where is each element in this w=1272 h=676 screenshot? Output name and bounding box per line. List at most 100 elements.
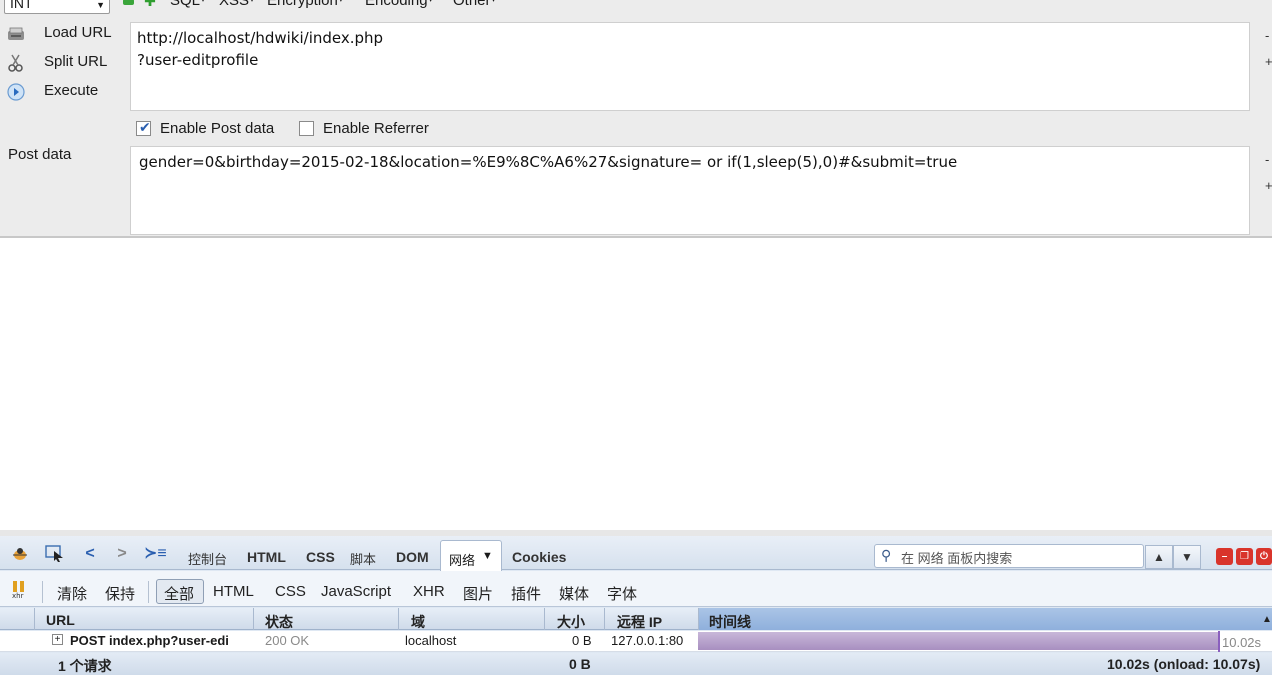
- detach-window-icon[interactable]: ❐: [1236, 548, 1253, 565]
- firebug-bug-icon[interactable]: [10, 545, 30, 563]
- filter-images[interactable]: 图片: [463, 583, 493, 604]
- summary-timing: 10.02s (onload: 10.07s): [1107, 656, 1261, 672]
- caret-down-icon: ▼: [482, 550, 493, 562]
- menu-sql-label: SQL: [170, 0, 201, 9]
- panel-search-input[interactable]: ⚲ 在 网络 面板内搜索: [874, 544, 1144, 568]
- column-divider[interactable]: [398, 608, 399, 630]
- tab-console[interactable]: 控制台: [188, 549, 227, 568]
- split-url-button[interactable]: Split URL: [4, 51, 124, 75]
- request-url[interactable]: POST index.php?user-edi: [70, 633, 242, 648]
- filter-xhr[interactable]: XHR: [413, 583, 445, 600]
- expand-icon[interactable]: +: [1265, 54, 1272, 69]
- separator: [42, 581, 43, 603]
- filter-css[interactable]: CSS: [275, 583, 306, 600]
- execute-label: Execute: [44, 82, 99, 99]
- filter-html[interactable]: HTML: [213, 583, 254, 600]
- column-options-icon[interactable]: ▲: [1262, 614, 1272, 625]
- xhr-pause-icon[interactable]: xhr: [10, 579, 30, 600]
- minimize-icon[interactable]: –: [1216, 548, 1233, 565]
- filter-media[interactable]: 媒体: [559, 583, 589, 604]
- search-next-button[interactable]: ▼: [1173, 545, 1201, 569]
- expand-row-icon[interactable]: +: [52, 634, 63, 645]
- table-row[interactable]: + POST index.php?user-edi 200 OK localho…: [0, 631, 1272, 652]
- column-divider[interactable]: [544, 608, 545, 630]
- menu-encoding[interactable]: Encoding▾: [365, 0, 433, 9]
- filter-all[interactable]: 全部: [164, 583, 194, 604]
- column-divider[interactable]: [604, 608, 605, 630]
- close-power-icon[interactable]: ⏻: [1256, 548, 1272, 565]
- col-url[interactable]: URL: [46, 612, 75, 628]
- menu-xss[interactable]: XSS▾: [219, 0, 254, 9]
- tab-css[interactable]: CSS: [306, 549, 335, 565]
- col-status[interactable]: 状态: [265, 612, 293, 632]
- column-divider[interactable]: [253, 608, 254, 630]
- decrease-icon[interactable]: [123, 0, 134, 5]
- filter-fonts[interactable]: 字体: [607, 583, 637, 604]
- hackbar-panel: INT ▼ ✚ SQL▾ XSS▾ Encryption▾ Encoding▾ …: [0, 0, 1272, 238]
- load-url-label: Load URL: [44, 24, 112, 41]
- type-select[interactable]: INT ▼: [4, 0, 110, 14]
- search-icon: ⚲: [881, 547, 892, 563]
- timeline-time: 10.02s: [1222, 635, 1262, 650]
- increase-icon[interactable]: ✚: [144, 0, 156, 8]
- post-data-label: Post data: [8, 146, 72, 163]
- command-line-icon[interactable]: ≻≡: [144, 545, 167, 563]
- col-timeline[interactable]: 时间线: [709, 612, 751, 632]
- filter-persist[interactable]: 保持: [105, 583, 135, 604]
- tab-script[interactable]: 脚本: [350, 549, 376, 568]
- collapse-icon[interactable]: -: [1265, 28, 1269, 43]
- url-textarea[interactable]: http://localhost/hdwiki/index.php ?user-…: [130, 22, 1250, 111]
- tab-network-label: 网络: [449, 553, 476, 568]
- url-line-2: ?user-editprofile: [137, 51, 259, 69]
- checkmark-icon: ✔: [139, 119, 151, 135]
- post-data-textarea[interactable]: gender=0&birthday=2015-02-18&location=%E…: [130, 146, 1250, 235]
- expand-icon[interactable]: +: [1265, 178, 1272, 193]
- execute-button[interactable]: Execute: [4, 80, 124, 104]
- inspect-element-icon[interactable]: [45, 545, 65, 563]
- load-url-icon: [8, 27, 24, 40]
- tab-cookies[interactable]: Cookies: [512, 549, 566, 565]
- checkbox-box[interactable]: [299, 121, 314, 136]
- col-size[interactable]: 大小: [557, 612, 585, 632]
- firebug-panel: < > ≻≡ 控制台 HTML CSS 脚本 DOM 网络 ▼ Cookies …: [0, 530, 1272, 675]
- filter-plugins[interactable]: 插件: [511, 583, 541, 604]
- search-placeholder: 在 网络 面板内搜索: [901, 551, 1013, 566]
- tab-dom[interactable]: DOM: [396, 549, 429, 565]
- forward-arrow-icon[interactable]: >: [112, 545, 132, 563]
- back-arrow-icon[interactable]: <: [80, 545, 100, 563]
- tab-network[interactable]: 网络 ▼: [440, 540, 502, 571]
- hackbar-toolbar: INT ▼ ✚ SQL▾ XSS▾ Encryption▾ Encoding▾ …: [0, 0, 1272, 14]
- url-line-1: http://localhost/hdwiki/index.php: [137, 29, 384, 47]
- scissors-icon: [8, 54, 23, 72]
- filter-javascript[interactable]: JavaScript: [321, 583, 391, 600]
- enable-post-label: Enable Post data: [160, 120, 275, 137]
- tab-html[interactable]: HTML: [247, 549, 286, 565]
- type-select-value: INT: [10, 0, 33, 11]
- execute-play-icon: [7, 83, 25, 101]
- checkbox-box[interactable]: ✔: [136, 119, 151, 136]
- separator: [148, 581, 149, 603]
- network-summary-row: 1 个请求 0 B 10.02s (onload: 10.07s): [0, 653, 1272, 675]
- menu-sql[interactable]: SQL▾: [170, 0, 205, 9]
- menu-xss-label: XSS: [219, 0, 250, 9]
- svg-text:xhr: xhr: [12, 592, 24, 599]
- timeline-marker: [1218, 631, 1220, 652]
- menu-encryption-label: Encryption: [267, 0, 338, 9]
- search-prev-button[interactable]: ▲: [1145, 545, 1173, 569]
- enable-referrer-label: Enable Referrer: [323, 120, 429, 137]
- chevron-down-icon: ▼: [96, 0, 105, 10]
- col-domain[interactable]: 域: [411, 612, 425, 632]
- request-size: 0 B: [572, 633, 592, 648]
- menu-other-label: Other: [453, 0, 491, 9]
- col-remote-ip[interactable]: 远程 IP: [617, 612, 662, 632]
- menu-other[interactable]: Other▾: [453, 0, 496, 9]
- load-url-button[interactable]: Load URL: [4, 22, 124, 46]
- timeline-header-bg: [698, 608, 1272, 630]
- timeline-bar[interactable]: [698, 632, 1218, 650]
- menu-encryption[interactable]: Encryption▾: [267, 0, 343, 9]
- column-divider[interactable]: [698, 608, 699, 630]
- filter-clear[interactable]: 清除: [57, 583, 87, 604]
- column-divider[interactable]: [34, 608, 35, 630]
- collapse-icon[interactable]: -: [1265, 152, 1269, 167]
- network-filter-bar: xhr 清除 保持 全部 HTML CSS JavaScript XHR 图片 …: [0, 571, 1272, 607]
